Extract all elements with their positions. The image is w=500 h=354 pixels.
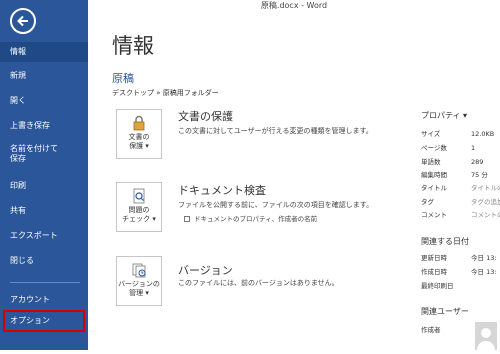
protect-document-button[interactable]: 文書の 保護 ▾ bbox=[116, 109, 162, 159]
prop-row-edit-time: 編集時間 75 分 bbox=[421, 171, 488, 179]
nav-item-close[interactable]: 閉じる bbox=[0, 251, 88, 271]
backstage-sidebar: 情報 新規 開く 上書き保存 名前を付けて保存 印刷 共有 エクスポート 閉じる… bbox=[0, 0, 88, 350]
inspect-bullet: ドキュメントのプロパティ、作成者の名前 bbox=[184, 213, 317, 223]
prop-row-pages: ページ数 1 bbox=[421, 144, 476, 152]
versions-button-label-2: 管理 ▾ bbox=[129, 289, 149, 297]
nav-divider bbox=[10, 282, 80, 283]
nav-item-new[interactable]: 新規 bbox=[0, 66, 88, 86]
protect-button-label-1: 文書の bbox=[128, 133, 150, 141]
inspect-section-desc: ファイルを公開する前に、ファイルの次の項目を確認します。 bbox=[178, 201, 374, 209]
nav-item-print[interactable]: 印刷 bbox=[0, 176, 88, 196]
user-row-author: 作成者 bbox=[421, 326, 441, 334]
back-arrow-icon bbox=[17, 15, 28, 27]
prop-row-title[interactable]: タイトルタイトルの bbox=[421, 182, 500, 192]
properties-panel: プロパティ ▾ サイズ 12.0KB ページ数 1 単語数 289 編集時間 75 分 … bbox=[421, 0, 500, 350]
date-row-created: 作成日時 今日 13: bbox=[421, 268, 497, 276]
check-button-label-1: 問題の bbox=[128, 206, 150, 214]
related-dates-title: 関連する日付 bbox=[421, 237, 469, 246]
inspect-section-title: ドキュメント検査 bbox=[178, 184, 266, 197]
versions-button-label-1: バージョンの bbox=[118, 280, 160, 288]
prop-row-words: 単語数 289 bbox=[421, 158, 484, 166]
properties-title[interactable]: プロパティ ▾ bbox=[421, 110, 467, 121]
protect-section-title: 文書の保護 bbox=[178, 110, 233, 123]
options-highlight-box bbox=[3, 310, 85, 332]
check-issues-button[interactable]: 問題の チェック ▾ bbox=[116, 182, 162, 232]
nav-item-share[interactable]: 共有 bbox=[0, 201, 88, 221]
back-button[interactable] bbox=[10, 8, 36, 34]
person-icon bbox=[477, 328, 495, 350]
prop-row-tags[interactable]: タグタグの追加 bbox=[421, 196, 500, 206]
prop-row-comments[interactable]: コメントコメントの bbox=[421, 209, 500, 219]
page-title: 情報 bbox=[112, 34, 154, 58]
check-button-label-2: チェック ▾ bbox=[122, 215, 156, 223]
lock-icon bbox=[133, 115, 145, 131]
nav-item-account[interactable]: アカウント bbox=[0, 290, 88, 310]
prop-row-size: サイズ 12.0KB bbox=[421, 130, 495, 138]
related-users-title: 関連ユーザー bbox=[421, 307, 469, 316]
manage-versions-button[interactable]: バージョンの 管理 ▾ bbox=[116, 256, 162, 306]
inspect-bullet-text: ドキュメントのプロパティ、作成者の名前 bbox=[194, 215, 318, 223]
nav-item-open[interactable]: 開く bbox=[0, 91, 88, 111]
date-row-modified: 更新日時 今日 13: bbox=[421, 254, 497, 262]
protect-section-desc: この文書に対してユーザーが行える変更の種類を管理します。 bbox=[178, 127, 373, 135]
versions-icon bbox=[132, 263, 146, 278]
inspect-document-icon bbox=[133, 188, 145, 204]
bullet-marker-icon bbox=[184, 216, 190, 222]
document-name: 原稿 bbox=[112, 72, 134, 85]
nav-item-export[interactable]: エクスポート bbox=[0, 226, 88, 246]
protect-button-label-2: 保護 ▾ bbox=[129, 142, 149, 150]
nav-item-info[interactable]: 情報 bbox=[0, 42, 88, 62]
versions-section-title: バージョン bbox=[178, 264, 233, 277]
versions-section-desc: このファイルには、前のバージョンはありません。 bbox=[178, 279, 339, 287]
author-avatar[interactable] bbox=[475, 322, 497, 350]
date-row-printed: 最終印刷日 bbox=[421, 282, 454, 290]
nav-item-save[interactable]: 上書き保存 bbox=[0, 116, 88, 136]
nav-item-save-as[interactable]: 名前を付けて保存 bbox=[0, 142, 60, 168]
breadcrumb: デスクトップ » 原稿用フォルダー bbox=[112, 89, 219, 97]
